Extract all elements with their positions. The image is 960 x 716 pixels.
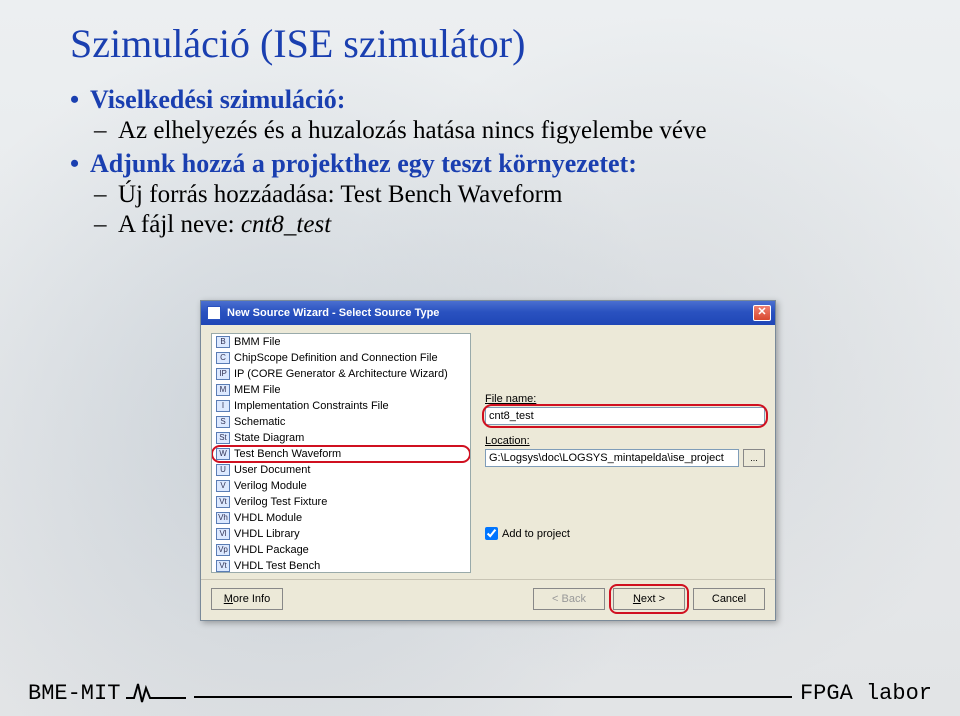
- source-type-item[interactable]: W Test Bench Waveform: [212, 446, 470, 462]
- filename-label: File name:: [485, 393, 765, 405]
- source-type-label: User Document: [234, 464, 310, 476]
- source-type-icon: M: [216, 384, 230, 396]
- source-type-icon: St: [216, 432, 230, 444]
- footer-divider: [194, 696, 792, 698]
- next-button[interactable]: Next >: [613, 588, 685, 610]
- source-type-item[interactable]: Vt Verilog Test Fixture: [212, 494, 470, 510]
- source-type-label: VHDL Package: [234, 544, 309, 556]
- app-icon: [207, 306, 221, 320]
- source-type-label: VHDL Test Bench: [234, 560, 320, 572]
- source-type-icon: IP: [216, 368, 230, 380]
- add-to-project-checkbox[interactable]: Add to project: [485, 527, 765, 540]
- location-input[interactable]: [485, 449, 739, 467]
- source-type-item[interactable]: I Implementation Constraints File: [212, 398, 470, 414]
- source-type-icon: C: [216, 352, 230, 364]
- source-type-item[interactable]: V Verilog Module: [212, 478, 470, 494]
- source-type-item[interactable]: St State Diagram: [212, 430, 470, 446]
- location-label: Location:: [485, 435, 765, 447]
- footer-right: FPGA labor: [800, 681, 932, 706]
- slide-footer: BME-MIT FPGA labor: [0, 668, 960, 716]
- source-type-item[interactable]: Vp VHDL Package: [212, 542, 470, 558]
- source-type-icon: Vh: [216, 512, 230, 524]
- source-type-item[interactable]: U User Document: [212, 462, 470, 478]
- source-type-icon: Vt: [216, 496, 230, 508]
- source-type-listbox[interactable]: B BMM File C ChipScope Definition and Conne…: [211, 333, 471, 573]
- source-type-icon: U: [216, 464, 230, 476]
- source-type-item[interactable]: Vh VHDL Module: [212, 510, 470, 526]
- source-type-label: Test Bench Waveform: [234, 448, 341, 460]
- bullet-text: Viselkedési szimuláció:: [90, 85, 345, 114]
- source-type-icon: W: [216, 448, 230, 460]
- source-type-label: State Diagram: [234, 432, 304, 444]
- slide-title: Szimuláció (ISE szimulátor): [70, 20, 890, 67]
- source-type-icon: I: [216, 400, 230, 412]
- source-type-label: VHDL Library: [234, 528, 300, 540]
- source-type-item[interactable]: C ChipScope Definition and Connection Fil…: [212, 350, 470, 366]
- filename-input[interactable]: [485, 407, 765, 425]
- subbullet-new-source: Új forrás hozzáadása: Test Bench Wavefor…: [90, 181, 890, 209]
- source-type-item[interactable]: Vl VHDL Library: [212, 526, 470, 542]
- footer-left: BME-MIT: [28, 680, 186, 706]
- subbullet-filename: A fájl neve: cnt8_test: [90, 211, 890, 239]
- close-icon[interactable]: ✕: [753, 305, 771, 321]
- waveform-icon: [126, 680, 186, 706]
- source-type-icon: Vl: [216, 528, 230, 540]
- add-to-project-input[interactable]: [485, 527, 498, 540]
- source-type-label: Schematic: [234, 416, 285, 428]
- filename-label-text: File name:: [485, 393, 536, 405]
- source-type-label: ChipScope Definition and Connection File: [234, 352, 438, 364]
- dialog-titlebar[interactable]: New Source Wizard - Select Source Type ✕: [201, 301, 775, 325]
- source-type-item[interactable]: Vt VHDL Test Bench: [212, 558, 470, 573]
- source-type-label: Implementation Constraints File: [234, 400, 389, 412]
- footer-left-text: BME-MIT: [28, 681, 120, 706]
- next-rest: ext >: [641, 593, 665, 605]
- subbullet-placement-routing: Az elhelyezés és a huzalozás hatása ninc…: [90, 117, 890, 145]
- add-to-project-label: Add to project: [502, 528, 570, 540]
- cancel-button[interactable]: Cancel: [693, 588, 765, 610]
- more-info-rest: ore Info: [233, 593, 270, 605]
- bullet-add-testenv: Adjunk hozzá a projekthez egy teszt körn…: [70, 149, 890, 239]
- more-info-button[interactable]: More Info: [211, 588, 283, 610]
- filename-value-text: cnt8_test: [241, 211, 331, 238]
- source-type-icon: B: [216, 336, 230, 348]
- back-button: < Back: [533, 588, 605, 610]
- source-type-item[interactable]: S Schematic: [212, 414, 470, 430]
- source-type-item[interactable]: IP IP (CORE Generator & Architecture Wiza…: [212, 366, 470, 382]
- new-source-wizard-dialog: New Source Wizard - Select Source Type ✕…: [200, 300, 776, 621]
- source-type-icon: Vp: [216, 544, 230, 556]
- source-type-icon: S: [216, 416, 230, 428]
- source-type-icon: Vt: [216, 560, 230, 572]
- source-type-label: VHDL Module: [234, 512, 302, 524]
- browse-button[interactable]: ...: [743, 449, 765, 467]
- source-type-label: IP (CORE Generator & Architecture Wizard…: [234, 368, 448, 380]
- bullet-behavioral-sim: Viselkedési szimuláció: Az elhelyezés és…: [70, 85, 890, 145]
- source-type-label: MEM File: [234, 384, 280, 396]
- dialog-title: New Source Wizard - Select Source Type: [227, 307, 439, 319]
- source-type-label: Verilog Test Fixture: [234, 496, 327, 508]
- source-type-label: Verilog Module: [234, 480, 307, 492]
- filename-prefix: A fájl neve:: [118, 211, 241, 238]
- source-type-label: BMM File: [234, 336, 280, 348]
- bullet-text: Adjunk hozzá a projekthez egy teszt körn…: [90, 149, 637, 178]
- source-type-item[interactable]: B BMM File: [212, 334, 470, 350]
- source-type-icon: V: [216, 480, 230, 492]
- source-type-item[interactable]: M MEM File: [212, 382, 470, 398]
